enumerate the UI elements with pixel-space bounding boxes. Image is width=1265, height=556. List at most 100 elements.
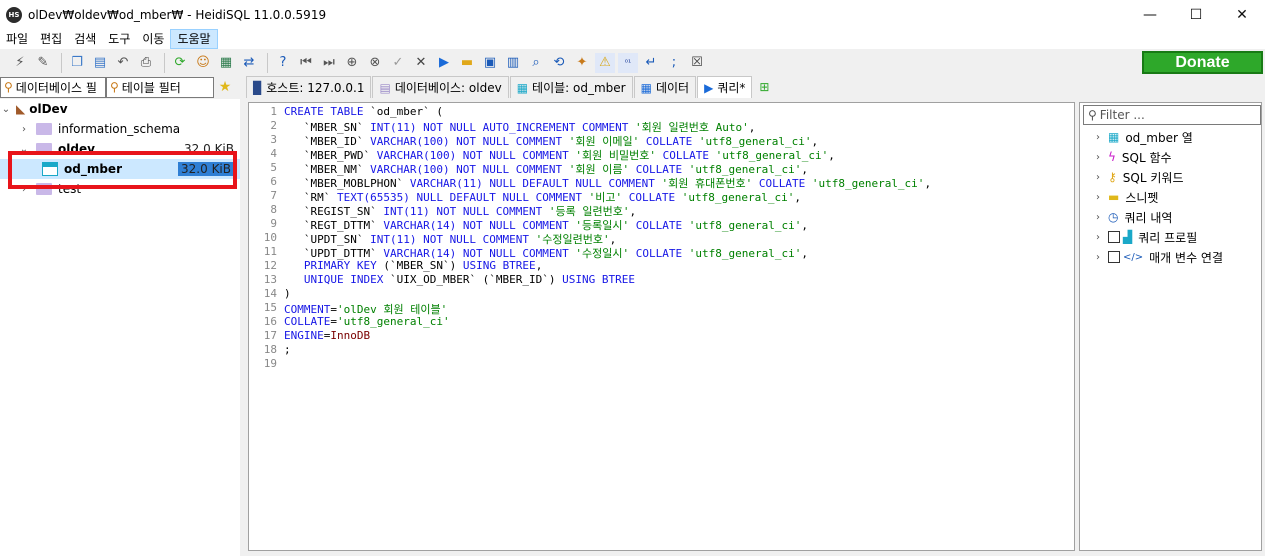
code-line: COLLATE='utf8_general_ci': [284, 315, 450, 328]
helper-item-label: od_mber 열: [1125, 130, 1193, 145]
user-manager-icon[interactable]: ☺: [193, 53, 213, 73]
close-button[interactable]: ✕: [1219, 0, 1265, 29]
post-icon[interactable]: ✓: [388, 53, 408, 73]
replace-icon[interactable]: ⟲: [549, 53, 569, 73]
toolbar-separator: [164, 52, 165, 73]
helper-item-snippets[interactable]: › ▬ 스니펫: [1092, 187, 1158, 207]
find-icon[interactable]: ⌕: [526, 53, 546, 73]
add-record-icon[interactable]: ⊕: [342, 53, 362, 73]
tree-item-session[interactable]: ⌄ ◣ olDev: [0, 99, 240, 119]
line-number: 18: [263, 343, 277, 356]
tab-label: 데이터: [655, 81, 690, 95]
bind-params-checkbox[interactable]: [1108, 251, 1120, 263]
filter-icon: ⚲: [4, 80, 13, 94]
helper-item-query-history[interactable]: › ◷ 쿼리 내역: [1092, 207, 1172, 227]
line-number: 13: [263, 273, 277, 286]
undo-icon[interactable]: ↶: [113, 53, 133, 73]
line-number: 19: [263, 357, 277, 370]
tree-item-label: test: [58, 182, 82, 196]
dolphin-icon: ◣: [16, 102, 26, 116]
menu-tools[interactable]: 도구: [102, 29, 136, 49]
tree-item-od-mber[interactable]: od_mber 32.0 KiB: [0, 159, 240, 179]
code-line: UNIQUE INDEX `UIX_OD_MBER` (`MBER_ID`) U…: [284, 273, 636, 286]
wrap-icon[interactable]: ↵: [641, 53, 661, 73]
tab-data[interactable]: ▦ 데이터: [633, 76, 697, 98]
table-filter-text: 테이블 필터: [121, 80, 181, 95]
status-bar: [246, 551, 1265, 556]
database-icon: [36, 183, 52, 195]
close-tab-icon[interactable]: ☒: [687, 53, 707, 73]
save-as-icon[interactable]: ▥: [503, 53, 523, 73]
table-icon: [42, 162, 58, 176]
chevron-right-icon[interactable]: ›: [18, 184, 30, 195]
save-icon[interactable]: ▣: [480, 53, 500, 73]
tree-item-test[interactable]: › test: [0, 179, 240, 199]
run-query-icon[interactable]: ▶: [434, 53, 454, 73]
warning-icon[interactable]: ⚠: [595, 52, 615, 73]
first-record-icon[interactable]: ⏮: [296, 53, 316, 73]
tab-table[interactable]: ▦ 테이블: od_mber: [509, 76, 633, 98]
tree-item-oldev[interactable]: ⌄ oldev 32.0 KiB: [0, 139, 240, 159]
paste-icon[interactable]: ▤: [90, 53, 110, 73]
export-icon[interactable]: ▦: [216, 53, 236, 73]
new-query-tab-icon[interactable]: ⊞: [753, 76, 775, 98]
left-filters: ⚲ 데이터베이스 필 ⚲ 테이블 필터 ★: [0, 76, 240, 98]
helper-item-sql-functions[interactable]: › ϟ SQL 함수: [1092, 147, 1172, 167]
menu-edit[interactable]: 편집: [34, 29, 68, 49]
refresh-icon[interactable]: ⟳: [170, 53, 190, 73]
helper-item-query-profile[interactable]: › ▟ 쿼리 프로필: [1092, 227, 1197, 247]
menu-goto[interactable]: 이동: [136, 29, 170, 49]
connect-icon[interactable]: ⚡: [10, 53, 30, 73]
chevron-right-icon[interactable]: ›: [1092, 212, 1104, 223]
clear-icon[interactable]: ✦: [572, 53, 592, 73]
tab-query[interactable]: ▶ 쿼리*: [697, 76, 753, 98]
helper-item-bind-params[interactable]: › </> 매개 변수 연결: [1092, 247, 1223, 267]
table-filter[interactable]: ⚲ 테이블 필터: [106, 76, 214, 98]
tab-label: 데이터베이스: oldev: [394, 81, 502, 95]
chevron-right-icon[interactable]: ›: [1092, 252, 1104, 263]
helper-item-sql-keywords[interactable]: › ⚷ SQL 키워드: [1092, 167, 1183, 187]
copy-icon[interactable]: ❐: [67, 53, 87, 73]
chevron-down-icon[interactable]: ⌄: [0, 104, 12, 115]
sync-icon[interactable]: ⇄: [239, 53, 259, 73]
query-profile-checkbox[interactable]: [1108, 231, 1120, 243]
sql-editor[interactable]: 1 2 3 4 5 6 7 8 9 10 11 12 13 14 15 16 1…: [248, 102, 1075, 551]
database-tree: ⌄ ◣ olDev › information_schema ⌄ oldev 3…: [0, 99, 240, 556]
helper-item-columns[interactable]: › ▦ od_mber 열: [1092, 127, 1193, 147]
tab-database[interactable]: ▤ 데이터베이스: oldev: [372, 76, 509, 98]
chevron-right-icon[interactable]: ›: [1092, 232, 1104, 243]
chevron-right-icon[interactable]: ›: [1092, 192, 1104, 203]
minimize-button[interactable]: —: [1127, 0, 1173, 29]
chevron-right-icon[interactable]: ›: [1092, 172, 1104, 183]
binary-icon[interactable]: ⁰¹: [618, 52, 638, 73]
tree-item-information-schema[interactable]: › information_schema: [0, 119, 240, 139]
chevron-right-icon[interactable]: ›: [1092, 132, 1104, 143]
toolbar-separator: [61, 52, 62, 73]
open-file-icon[interactable]: ▬: [457, 53, 477, 73]
donate-button[interactable]: Donate: [1142, 51, 1263, 74]
menu-file[interactable]: 파일: [0, 29, 34, 49]
delete-record-icon[interactable]: ⊗: [365, 53, 385, 73]
tab-label: 테이블: od_mber: [532, 81, 626, 95]
menu-search[interactable]: 검색: [68, 29, 102, 49]
semicolon-icon[interactable]: ;: [664, 53, 684, 73]
chevron-down-icon[interactable]: ⌄: [18, 144, 30, 155]
line-number: 4: [270, 147, 277, 160]
favorite-star-icon[interactable]: ★: [214, 79, 236, 95]
chevron-right-icon[interactable]: ›: [18, 124, 30, 135]
help-icon[interactable]: ?: [273, 53, 293, 73]
maximize-button[interactable]: ☐: [1173, 0, 1219, 29]
disconnect-icon[interactable]: ✎: [33, 53, 53, 73]
helper-filter-input[interactable]: ⚲ Filter ...: [1083, 105, 1261, 125]
database-filter[interactable]: ⚲ 데이터베이스 필: [0, 76, 106, 98]
tab-host[interactable]: ▉ 호스트: 127.0.0.1: [246, 76, 372, 98]
cancel-icon[interactable]: ✕: [411, 53, 431, 73]
line-number: 2: [270, 119, 277, 132]
last-record-icon[interactable]: ⏭: [319, 53, 339, 73]
menu-help[interactable]: 도움말: [170, 29, 218, 49]
tree-item-label: od_mber: [64, 162, 122, 176]
code-line: ENGINE=InnoDB: [284, 329, 371, 342]
print-icon[interactable]: ⎙: [136, 53, 156, 73]
chevron-right-icon[interactable]: ›: [1092, 152, 1104, 163]
line-number: 16: [263, 315, 277, 328]
